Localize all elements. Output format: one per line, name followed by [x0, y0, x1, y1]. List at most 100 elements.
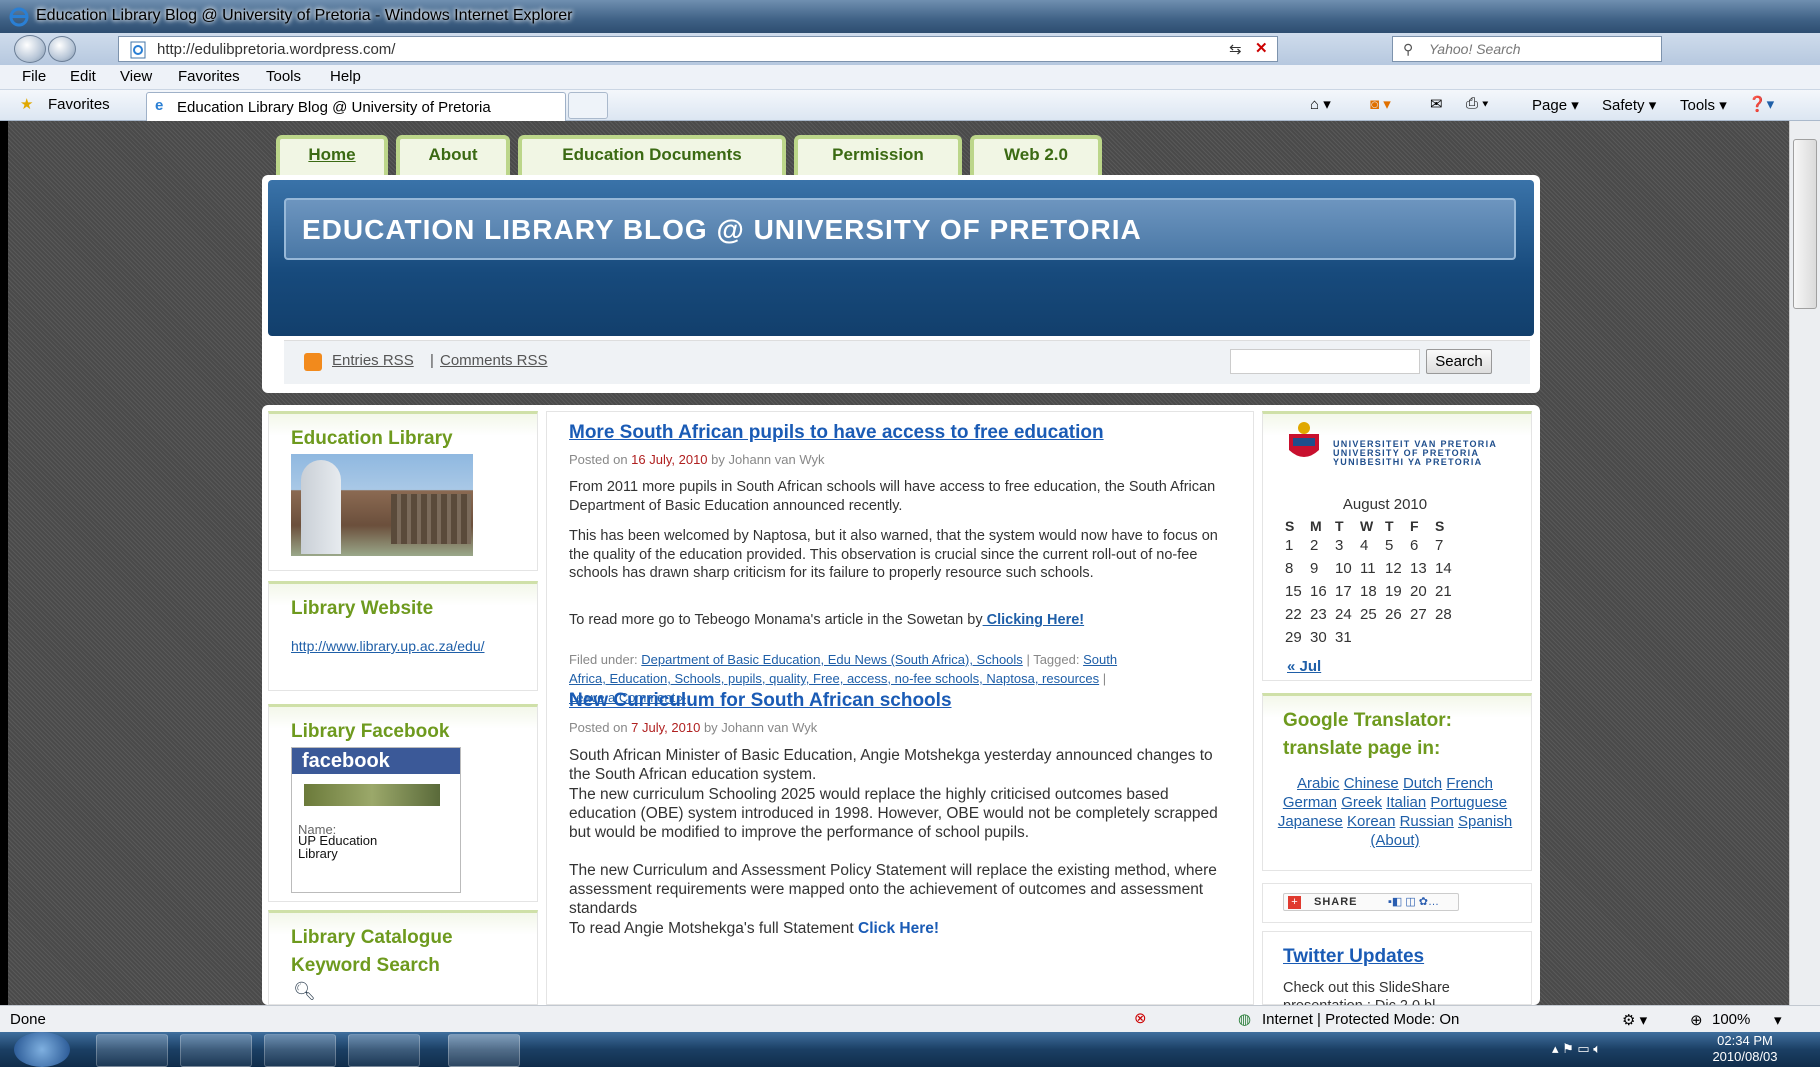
taskbar-ie-icon[interactable] — [96, 1034, 168, 1067]
post-paragraph: This has been welcomed by Naptosa, but i… — [569, 528, 1218, 581]
zoom-dropdown-icon[interactable]: ▾ — [1774, 1011, 1782, 1029]
translate-link-german[interactable]: German — [1283, 794, 1337, 811]
calendar-day: 4 — [1360, 537, 1369, 554]
favorites-button[interactable]: Favorites — [48, 96, 110, 113]
tag-links-line2[interactable]: Africa, Education, Schools, pupils, qual… — [569, 671, 1099, 686]
tray-icons[interactable]: ▴ ⚑ ▭ 🔈︎ — [1552, 1041, 1601, 1057]
search-field[interactable]: ⚲ Yahoo! Search — [1392, 36, 1662, 62]
browser-tab[interactable]: e Education Library Blog @ University of… — [146, 92, 566, 121]
popup-blocker-icon[interactable]: ⊗ — [1134, 1009, 1147, 1027]
post-paragraph: The new Curriculum and Assessment Policy… — [569, 862, 1217, 917]
widget-share: + SHARE ▪◧ ◫ ✿… — [1262, 883, 1532, 923]
tools-menu[interactable]: Tools ▾ — [1680, 96, 1727, 114]
click-here-link[interactable]: Click Here! — [858, 920, 939, 937]
post-title[interactable]: More South African pupils to have access… — [569, 422, 1104, 444]
library-website-link[interactable]: http://www.library.up.ac.za/edu/ — [291, 638, 485, 654]
clock-time: 02:34 PM — [1717, 1033, 1773, 1048]
vertical-scrollbar[interactable] — [1789, 121, 1820, 1005]
filed-under-label: Filed under: — [569, 652, 638, 667]
mail-icon[interactable]: ✉ — [1430, 95, 1443, 113]
rss-feed-icon[interactable]: ◙ ▾ — [1370, 95, 1391, 113]
translate-link-chinese[interactable]: Chinese — [1344, 775, 1399, 792]
taskbar-media-player-icon[interactable] — [264, 1034, 336, 1067]
status-bar: Done ⊗ ◍ Internet | Protected Mode: On ⚙… — [0, 1005, 1820, 1032]
taskbar-presentation-icon[interactable] — [448, 1034, 520, 1067]
help-icon[interactable]: ❓▾ — [1748, 95, 1774, 113]
taskbar-clock[interactable]: 02:34 PM 2010/08/03 — [1700, 1033, 1790, 1065]
menu-view[interactable]: View — [120, 68, 152, 85]
calendar-day: 30 — [1310, 629, 1327, 646]
nav-permission[interactable]: Permission — [794, 135, 962, 175]
search-placeholder: Yahoo! Search — [1429, 41, 1521, 57]
calendar-day: 15 — [1285, 583, 1302, 600]
post-date[interactable]: 16 July, 2010 — [631, 452, 707, 467]
address-bar[interactable]: http://edulibpretoria.wordpress.com/ ⇆ ✕ — [118, 36, 1278, 62]
entries-rss-link[interactable]: Entries RSS — [332, 352, 414, 369]
calendar-day: 20 — [1410, 583, 1427, 600]
rss-separator: | — [430, 352, 434, 369]
taskbar-app-icon[interactable] — [348, 1034, 420, 1067]
menu-tools[interactable]: Tools — [266, 68, 301, 85]
menu-favorites[interactable]: Favorites — [178, 68, 240, 85]
site-title[interactable]: EDUCATION LIBRARY BLOG @ UNIVERSITY OF P… — [302, 214, 1142, 246]
protected-mode-icon[interactable]: ⚙ ▾ — [1622, 1011, 1647, 1029]
globe-icon: ◍ — [1238, 1011, 1252, 1028]
nav-web20[interactable]: Web 2.0 — [970, 135, 1102, 175]
translate-link-spanish[interactable]: Spanish — [1458, 813, 1512, 830]
calendar-day: 24 — [1335, 606, 1352, 623]
translate-link-russian[interactable]: Russian — [1400, 813, 1454, 830]
stop-icon[interactable]: ✕ — [1255, 39, 1268, 57]
nav-about[interactable]: About — [396, 135, 510, 175]
translate-link-greek[interactable]: Greek — [1341, 794, 1382, 811]
translator-about-link[interactable]: (About) — [1370, 832, 1419, 849]
site-search-input[interactable] — [1230, 349, 1420, 374]
menu-edit[interactable]: Edit — [70, 68, 96, 85]
university-crest-icon — [1285, 420, 1323, 466]
comments-rss-link[interactable]: Comments RSS — [440, 352, 548, 369]
page-menu[interactable]: Page ▾ — [1532, 96, 1579, 114]
menu-help[interactable]: Help — [330, 68, 361, 85]
back-button[interactable] — [14, 35, 46, 63]
print-icon[interactable]: ⎙ ▾ — [1466, 95, 1488, 112]
calendar-day — [1360, 626, 1385, 649]
start-button[interactable] — [14, 1032, 70, 1067]
scrollbar-thumb[interactable] — [1793, 139, 1817, 309]
site-search-button[interactable]: Search — [1426, 349, 1492, 374]
home-icon[interactable]: ⌂ ▾ — [1310, 95, 1331, 113]
translate-link-japanese[interactable]: Japanese — [1278, 813, 1343, 830]
status-text: Done — [10, 1011, 46, 1028]
post-read-more-text: To read more go to Tebeogo Monama's arti… — [569, 612, 983, 628]
forward-button[interactable] — [48, 36, 76, 62]
tag-links-line1[interactable]: South — [1083, 652, 1117, 667]
twitter-title-link[interactable]: Twitter Updates — [1283, 946, 1424, 968]
taskbar-explorer-icon[interactable] — [180, 1034, 252, 1067]
refresh-icon[interactable]: ⇆ — [1229, 40, 1242, 58]
calendar-weekday: T — [1335, 518, 1344, 534]
new-tab-button[interactable] — [568, 92, 608, 119]
menu-file[interactable]: File — [22, 68, 46, 85]
translate-link-arabic[interactable]: Arabic — [1297, 775, 1340, 792]
nav-education-documents[interactable]: Education Documents — [518, 135, 786, 175]
safety-menu[interactable]: Safety ▾ — [1602, 96, 1656, 114]
translate-link-portuguese[interactable]: Portuguese — [1430, 794, 1507, 811]
translate-link-dutch[interactable]: Dutch — [1403, 775, 1442, 792]
calendar-prev-link[interactable]: « Jul — [1287, 658, 1321, 675]
zoom-icon[interactable]: ⊕ — [1690, 1011, 1703, 1029]
post-date[interactable]: 7 July, 2010 — [631, 720, 700, 735]
post-title[interactable]: New Curriculum for South African schools — [569, 690, 952, 712]
facebook-badge[interactable]: facebook Name: UP Education Library — [291, 747, 461, 893]
security-zone[interactable]: Internet | Protected Mode: On — [1262, 1011, 1459, 1028]
translate-link-italian[interactable]: Italian — [1386, 794, 1426, 811]
category-links[interactable]: Department of Basic Education, Edu News … — [641, 652, 1023, 667]
calendar-weekday: W — [1360, 518, 1374, 534]
clicking-here-link[interactable]: Clicking Here! — [983, 612, 1085, 628]
share-button[interactable]: + SHARE ▪◧ ◫ ✿… — [1283, 893, 1459, 911]
calendar-day: 22 — [1285, 606, 1302, 623]
translate-link-french[interactable]: French — [1446, 775, 1493, 792]
zoom-level[interactable]: 100% — [1712, 1011, 1750, 1028]
magnifier-icon[interactable]: 🔍︎ — [293, 981, 316, 1002]
translate-link-korean[interactable]: Korean — [1347, 813, 1395, 830]
nav-home[interactable]: Home — [276, 135, 388, 175]
calendar-day: 17 — [1335, 583, 1352, 600]
calendar-day: 31 — [1335, 629, 1352, 646]
